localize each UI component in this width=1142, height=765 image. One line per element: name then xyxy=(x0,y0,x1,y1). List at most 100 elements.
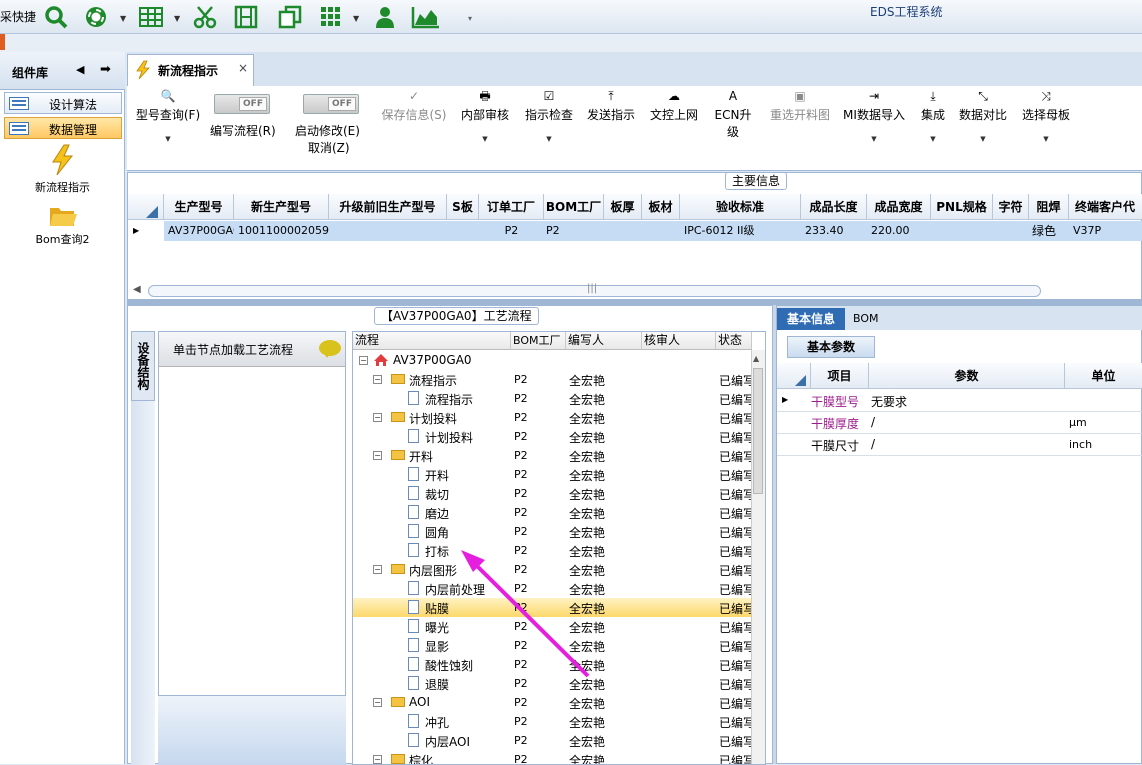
table-cell[interactable] xyxy=(329,221,447,241)
column-header[interactable]: PNL规格 xyxy=(931,194,993,220)
table-cell[interactable]: P2 xyxy=(544,221,604,241)
scissors-icon[interactable] xyxy=(192,4,218,30)
column-header[interactable]: 升级前旧生产型号 xyxy=(329,194,447,220)
table-cell[interactable]: V37P xyxy=(1069,221,1142,241)
table-cell[interactable] xyxy=(642,221,680,241)
cancel-label: 取消(Z) xyxy=(308,141,350,155)
tab-new-flow[interactable]: 新流程指示 × xyxy=(127,54,254,86)
param-value-cell[interactable]: / xyxy=(871,415,875,429)
table-cell[interactable] xyxy=(447,221,479,241)
param-value-cell[interactable]: 无要求 xyxy=(871,393,907,410)
chevron-down-icon[interactable]: ▼ xyxy=(120,14,126,23)
sidebar-item-bom-query[interactable]: Bom查询2 xyxy=(0,202,125,247)
select-motherboard-button[interactable]: ⤨ 选择母板 ▼ xyxy=(1020,86,1072,143)
table-cell[interactable] xyxy=(993,221,1029,241)
table-cell[interactable]: 220.00 xyxy=(867,221,931,241)
copy-icon[interactable] xyxy=(277,4,303,30)
table-cell[interactable]: 10011000020591 xyxy=(234,221,329,241)
column-header[interactable]: 项目 xyxy=(811,363,869,389)
panel-icon xyxy=(9,97,29,110)
sidebar-item-label: 设计算法 xyxy=(49,98,98,112)
chevron-down-icon: ▼ xyxy=(165,135,171,143)
table-cell[interactable]: 233.40 xyxy=(801,221,867,241)
data-compare-button[interactable]: ⤡ 数据对比 ▼ xyxy=(957,86,1009,143)
send-instruction-button[interactable]: ⤒ 发送指示 xyxy=(585,86,637,123)
internal-review-button[interactable]: 🖶 内部审核 ▼ xyxy=(459,86,511,143)
write-flow-toggle[interactable]: OFF xyxy=(214,94,270,114)
row-header-corner xyxy=(128,194,164,220)
column-header[interactable]: S板 xyxy=(447,194,479,220)
column-header[interactable]: 终端客户代 xyxy=(1069,194,1142,220)
table-cell[interactable] xyxy=(931,221,993,241)
upload-icon: ⤒ xyxy=(608,89,614,103)
chevron-down-icon: ▼ xyxy=(1043,135,1049,143)
publish-online-button[interactable]: ☁ 文控上网 xyxy=(648,86,700,123)
table-cell[interactable]: AV37P00GA0 xyxy=(164,221,234,241)
column-header[interactable]: 板材 xyxy=(642,194,680,220)
table-cell[interactable]: 绿色 xyxy=(1029,221,1069,241)
top-toolbar: 采快捷 ▼ ▼ ▼ ▾ EDS工程系统 xyxy=(0,0,1142,34)
table-cell[interactable] xyxy=(604,221,642,241)
column-header[interactable]: 字符 xyxy=(993,194,1029,220)
user-icon[interactable] xyxy=(372,4,398,30)
column-header[interactable]: 板厚 xyxy=(604,194,642,220)
reselect-cutting-chart-button[interactable]: ▣ 重选开料图 xyxy=(767,86,833,123)
sidebar-item-design-algorithm[interactable]: 设计算法 xyxy=(4,92,122,114)
scroll-left-icon[interactable]: ◀ xyxy=(133,284,141,295)
param-row[interactable]: ▶ 干膜型号 无要求 xyxy=(777,390,1142,412)
apps-icon[interactable] xyxy=(318,4,344,30)
sidebar-item-new-flow[interactable]: 新流程指示 xyxy=(0,144,125,195)
mi-import-button[interactable]: ⇥ MI数据导入 ▼ xyxy=(842,86,906,143)
table-cell[interactable]: IPC-6012 II级 xyxy=(680,221,801,241)
sidebar: 组件库 ◀ ➡ 设计算法 数据管理 新流程指示 Bom查询2 xyxy=(0,52,125,764)
column-header[interactable]: 阻焊 xyxy=(1029,194,1069,220)
column-header[interactable]: 成品宽度 xyxy=(867,194,931,220)
film-icon[interactable] xyxy=(233,4,259,30)
chevron-down-icon[interactable]: ▼ xyxy=(174,14,180,23)
sidebar-item-data-management[interactable]: 数据管理 xyxy=(4,117,122,139)
column-header[interactable]: 成品长度 xyxy=(801,194,867,220)
param-unit-cell[interactable]: μm xyxy=(1069,416,1087,429)
tab-basic-info[interactable]: 基本信息 xyxy=(777,308,845,330)
grid-icon[interactable] xyxy=(138,4,164,30)
toggle-state: OFF xyxy=(328,97,356,111)
table-cell[interactable]: P2 xyxy=(479,221,544,241)
param-row[interactable]: 干膜尺寸 / inch xyxy=(777,434,1142,456)
lightning-icon xyxy=(51,144,73,176)
model-query-button[interactable]: 🔍 型号查询(F) ▼ xyxy=(133,86,203,143)
tab-basic-params[interactable]: 基本参数 xyxy=(787,336,875,358)
column-header[interactable]: 单位 xyxy=(1065,363,1142,389)
search-icon[interactable] xyxy=(43,4,69,30)
param-value-cell[interactable]: / xyxy=(871,437,875,451)
horizontal-scrollbar[interactable]: ◀ ||| xyxy=(133,283,1041,297)
chevron-down-icon: ▼ xyxy=(871,135,877,143)
folder-open-icon xyxy=(49,208,77,226)
collapse-left-icon[interactable]: ◀ xyxy=(76,63,84,76)
tab-strip xyxy=(127,52,1142,86)
lifebuoy-icon[interactable] xyxy=(83,4,109,30)
column-header[interactable]: 验收标准 xyxy=(680,194,801,220)
chevron-down-icon[interactable]: ▼ xyxy=(353,14,359,23)
button-label: 选择母板 xyxy=(1021,108,1070,122)
instruction-check-button[interactable]: ☑ 指示检查 ▼ xyxy=(523,86,575,143)
param-row[interactable]: 干膜厚度 / μm xyxy=(777,412,1142,434)
main-info-panel: 主要信息 生产型号 新生产型号 升级前旧生产型号 S板 订单工厂 BOM工厂 板… xyxy=(127,172,1142,300)
save-info-button[interactable]: ✓ 保存信息(S) xyxy=(379,86,449,123)
tab-bom[interactable]: BOM xyxy=(853,312,879,325)
pin-icon[interactable]: ➡ xyxy=(100,62,111,77)
param-unit-cell[interactable]: inch xyxy=(1069,438,1092,451)
column-header[interactable]: 生产型号 xyxy=(164,194,234,220)
chart-icon[interactable] xyxy=(411,4,441,30)
column-header[interactable]: 新生产型号 xyxy=(234,194,329,220)
annotation-arrow xyxy=(461,550,590,678)
column-header[interactable]: BOM工厂 xyxy=(544,194,604,220)
ecn-upgrade-button[interactable]: A ECN升级 xyxy=(709,86,757,140)
close-icon[interactable]: × xyxy=(238,61,248,75)
start-modify-toggle[interactable]: OFF xyxy=(303,94,359,114)
sidebar-title: 组件库 xyxy=(12,66,49,80)
overflow-chevron-icon[interactable]: ▾ xyxy=(468,14,472,23)
column-header[interactable]: 订单工厂 xyxy=(479,194,544,220)
integrate-button[interactable]: ⤓ 集成 ▼ xyxy=(916,86,950,143)
button-label: MI数据导入 xyxy=(843,108,905,122)
column-header[interactable]: 参数 xyxy=(869,363,1065,389)
